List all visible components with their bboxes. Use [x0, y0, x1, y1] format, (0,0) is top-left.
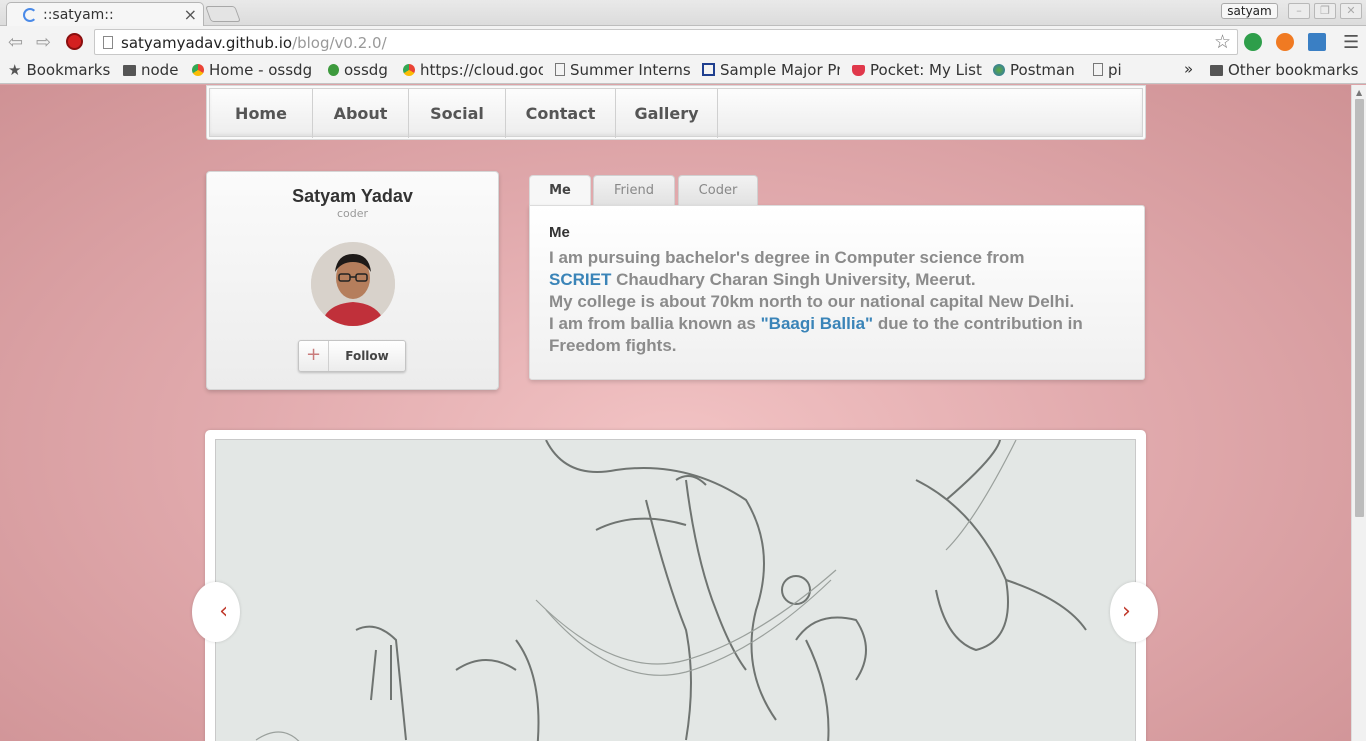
bookmark-label: Other bookmarks: [1228, 61, 1359, 79]
github-icon: [328, 64, 339, 76]
carousel-prev-chevron-icon[interactable]: ‹: [192, 582, 240, 642]
page-viewport: Home About Social Contact Gallery Satyam…: [0, 85, 1351, 741]
gallery-image: [215, 439, 1136, 741]
bookmark-item-home-ossdg[interactable]: Home - ossdg: [192, 61, 312, 79]
nav-item-about[interactable]: About: [313, 89, 409, 138]
extension-blue-icon[interactable]: [1308, 33, 1326, 51]
tab-panel-me: Me I am pursuing bachelor's degree in Co…: [529, 205, 1145, 380]
nav-item-social[interactable]: Social: [409, 89, 506, 138]
panel-line-2: Chaudhary Charan Singh University, Meeru…: [611, 270, 976, 289]
chrome-icon: [403, 64, 415, 76]
minimize-window-button[interactable]: –: [1288, 3, 1310, 19]
url-text: satyamyadav.github.io/blog/v0.2.0/: [121, 34, 387, 52]
panel-heading: Me: [549, 224, 570, 241]
back-arrow-icon[interactable]: ⇦: [8, 32, 23, 53]
bookmark-item-pocket[interactable]: Pocket: My List: [852, 61, 982, 79]
restore-window-button[interactable]: ❐: [1314, 3, 1336, 19]
bookmark-label: Pocket: My List: [870, 61, 982, 79]
plus-icon: +: [299, 341, 329, 371]
bookmarks-bar: ★ Bookmarks node Home - ossdg ossdg https…: [0, 58, 1366, 84]
page-icon: [555, 63, 565, 76]
bookmark-label: Postman: [1010, 61, 1075, 79]
loading-spinner-icon: [23, 8, 37, 22]
panel-line-3: My college is about 70km north to our na…: [549, 292, 1075, 311]
nav-item-contact[interactable]: Contact: [506, 89, 616, 138]
page-icon: [1093, 63, 1103, 76]
bookmark-label: Bookmarks: [26, 61, 111, 79]
scriet-link[interactable]: SCRIET: [549, 270, 611, 289]
follow-label: Follow: [345, 349, 389, 363]
profile-card: Satyam Yadav coder + Follow: [206, 171, 499, 390]
browser-menu-icon[interactable]: ☰: [1343, 32, 1359, 53]
new-tab-button[interactable]: [205, 6, 241, 22]
address-bar[interactable]: satyamyadav.github.io/blog/v0.2.0/ ☆: [94, 29, 1238, 55]
bookmark-star-icon[interactable]: ☆: [1214, 31, 1231, 53]
browser-toolbar: ⇦ ⇨ satyamyadav.github.io/blog/v0.2.0/ ☆…: [0, 26, 1366, 58]
browser-tab[interactable]: ::satyam:: ×: [6, 2, 204, 26]
page-scrollbar[interactable]: ▲: [1351, 85, 1366, 741]
sheet-icon: [702, 63, 715, 76]
star-icon: ★: [8, 61, 22, 79]
bookmarks-overflow-chevron-icon[interactable]: »: [1184, 60, 1193, 78]
folder-icon: [1210, 65, 1223, 76]
baagi-ballia-link[interactable]: "Baagi Ballia": [761, 314, 874, 333]
tab-close-icon[interactable]: ×: [184, 5, 197, 24]
bookmark-item-sample-major[interactable]: Sample Major Pr: [702, 61, 840, 79]
forward-arrow-icon[interactable]: ⇨: [36, 32, 51, 53]
panel-body: I am pursuing bachelor's degree in Compu…: [549, 247, 1125, 357]
chrome-icon: [192, 64, 204, 76]
bookmark-item-bookmarks[interactable]: ★ Bookmarks: [8, 61, 110, 79]
bookmark-label: https://cloud.goo: [420, 61, 543, 79]
bookmark-item-summer-interns[interactable]: Summer Interns: [555, 61, 691, 79]
panel-line-4-pre: I am from ballia known as: [549, 314, 761, 333]
carousel-next-chevron-icon[interactable]: ›: [1110, 582, 1158, 642]
scroll-up-arrow-icon[interactable]: ▲: [1356, 88, 1362, 97]
tab-coder[interactable]: Coder: [678, 175, 758, 205]
profile-role: coder: [336, 207, 369, 220]
panel-line-1: I am pursuing bachelor's degree in Compu…: [549, 248, 1025, 267]
navbar-inner: Home About Social Contact Gallery: [209, 88, 1143, 138]
bookmark-label: ossdg: [344, 61, 388, 79]
scrollbar-thumb[interactable]: [1355, 99, 1364, 517]
bookmark-label: Sample Major Pr: [720, 61, 840, 79]
nav-item-gallery[interactable]: Gallery: [616, 89, 718, 138]
extension-green-icon[interactable]: [1244, 33, 1262, 51]
extension-orange-icon[interactable]: [1276, 33, 1294, 51]
profile-name: Satyam Yadav: [292, 186, 413, 206]
profile-user-badge[interactable]: satyam: [1221, 3, 1278, 19]
site-navbar: Home About Social Contact Gallery: [206, 85, 1146, 140]
url-path: /blog/v0.2.0/: [292, 34, 387, 52]
folder-icon: [123, 65, 136, 76]
bookmark-label: pi: [1108, 61, 1122, 79]
tab-friend[interactable]: Friend: [593, 175, 675, 205]
nav-item-home[interactable]: Home: [210, 89, 313, 138]
page-icon: [103, 36, 113, 49]
bookmark-item-node[interactable]: node: [123, 61, 178, 79]
bookmark-item-pi[interactable]: pi: [1093, 61, 1122, 79]
avatar: [311, 242, 395, 326]
bookmark-item-other[interactable]: Other bookmarks: [1210, 61, 1358, 79]
bookmark-label: Summer Interns: [570, 61, 691, 79]
pocket-icon: [852, 65, 865, 76]
tab-title: ::satyam::: [43, 7, 114, 23]
stop-icon[interactable]: [66, 33, 83, 50]
url-host: satyamyadav.github.io: [121, 34, 293, 52]
bookmark-label: Home - ossdg: [209, 61, 313, 79]
gallery-carousel: ‹ ›: [192, 430, 1158, 741]
tab-me[interactable]: Me: [529, 175, 591, 206]
bookmark-item-ossdg[interactable]: ossdg: [328, 61, 388, 79]
close-window-button[interactable]: ✕: [1340, 3, 1362, 19]
browser-tab-strip: ::satyam:: × satyam – ❐ ✕: [0, 0, 1366, 26]
bookmark-label: node: [141, 61, 179, 79]
globe-icon: [993, 64, 1005, 76]
follow-button[interactable]: + Follow: [298, 340, 406, 372]
bookmark-item-cloud[interactable]: https://cloud.goo: [403, 61, 543, 79]
bookmark-item-postman[interactable]: Postman: [993, 61, 1075, 79]
